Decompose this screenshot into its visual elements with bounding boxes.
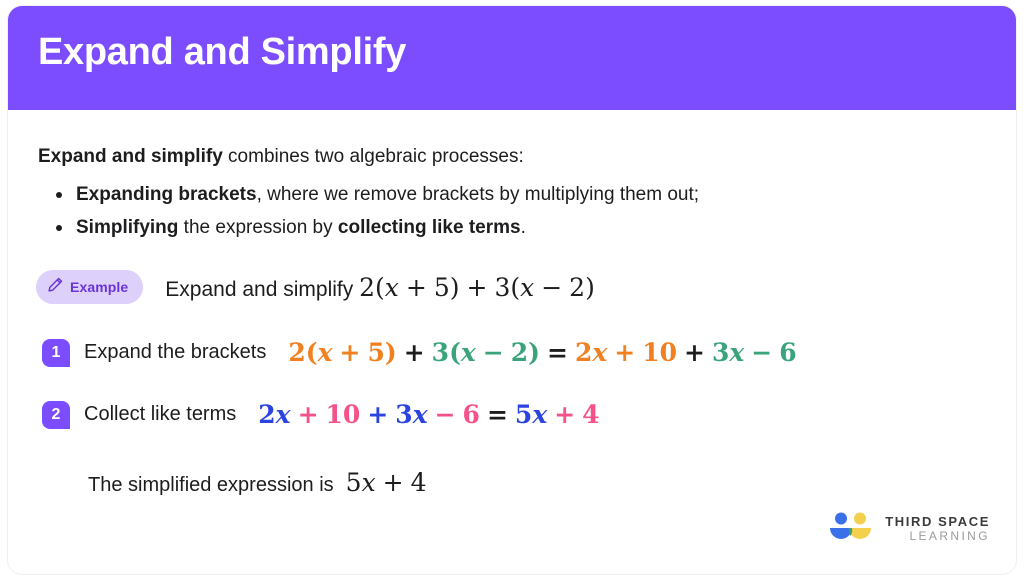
step-1-equation: 2(x +5) +3(x −2) = 2x +10 +3x −6	[288, 338, 796, 367]
m: x	[275, 400, 291, 429]
m: 10	[325, 400, 361, 429]
m: +	[339, 338, 361, 367]
brand-logo: THIRD SPACE LEARNING	[828, 511, 990, 548]
process-bullet-list: Expanding brackets, where we remove brac…	[38, 178, 699, 244]
m: 5	[345, 468, 362, 497]
bullet-1-bold-lead: Expanding brackets	[76, 184, 257, 205]
m: 3	[494, 272, 511, 302]
list-item: Simplifying the expression by collecting…	[38, 211, 699, 244]
step-2-number: 2	[42, 400, 70, 429]
m: 4	[582, 400, 600, 429]
m: 6	[779, 338, 797, 367]
m: x	[592, 338, 608, 367]
m: 10	[642, 338, 678, 367]
step-2-label: Collect like terms	[84, 403, 237, 425]
step-1-label: Expand the brackets	[84, 341, 267, 363]
pencil-icon	[47, 276, 64, 298]
third-space-learning-mark-icon	[828, 511, 874, 548]
bullet-1-rest: , where we remove brackets by multiplyin…	[256, 184, 700, 205]
intro-paragraph: Expand and simplify combines two algebra…	[38, 146, 524, 168]
example-prompt: Expand and simplify 2(x +5) +3(x −2)	[165, 273, 595, 302]
m: +	[405, 272, 427, 302]
m: +	[554, 400, 576, 429]
conclusion-line: The simplified expression is 5x +4	[88, 468, 427, 497]
step-2: 2 Collect like terms 2x +10 +3x −6 = 5x +4	[42, 400, 600, 429]
m: 2	[359, 272, 375, 302]
m: 2	[288, 338, 306, 367]
m: x	[412, 400, 428, 429]
example-expression: 2(x +5) +3(x −2)	[359, 273, 595, 302]
bullet-dot-icon	[56, 192, 62, 198]
m: 5	[367, 338, 385, 367]
step-1: 1 Expand the brackets 2(x +5) +3(x −2) = 2x +1…	[42, 338, 797, 367]
m: x	[384, 272, 399, 302]
m: )	[585, 272, 595, 302]
page-title: Expand and Simplify	[38, 31, 407, 73]
m: (	[449, 338, 461, 367]
page-header: Expand and Simplify	[8, 6, 1016, 110]
m: x	[317, 338, 333, 367]
conclusion-text: The simplified expression is	[88, 474, 334, 496]
m: (	[305, 338, 318, 367]
m: +	[466, 272, 488, 302]
m: =	[486, 400, 508, 429]
m: +	[614, 338, 636, 367]
m: +	[297, 400, 319, 429]
bullet-2-tail: .	[520, 217, 526, 238]
m: +	[403, 338, 425, 367]
step-2-equation: 2x +10 +3x −6 = 5x +4	[258, 400, 599, 429]
lesson-body: Expand and simplify combines two algebra…	[8, 110, 1016, 574]
m: x	[361, 468, 376, 497]
m: 3	[395, 400, 413, 429]
bullet-dot-icon	[56, 225, 62, 231]
conclusion-expression: 5x +4	[346, 468, 427, 497]
brand-name-line-1: THIRD SPACE	[885, 514, 990, 530]
example-badge-label: Example	[70, 279, 129, 295]
list-item: Expanding brackets, where we remove brac…	[38, 178, 699, 211]
m: 3	[711, 338, 730, 367]
m: 2	[510, 338, 529, 367]
example-row: Example Expand and simplify 2(x +5) +3(x −2…	[36, 270, 595, 304]
m: 2	[569, 272, 586, 302]
m: −	[434, 400, 456, 429]
m: =	[547, 338, 568, 367]
brand-name-line-2: LEARNING	[909, 529, 990, 544]
m: 2	[258, 400, 276, 429]
brand-logo-text: THIRD SPACE LEARNING	[885, 514, 990, 544]
m: −	[751, 338, 773, 367]
bullet-2-bold-lead: Simplifying	[76, 217, 179, 238]
m: 6	[462, 400, 480, 429]
m: x	[729, 338, 745, 367]
m: 2	[574, 338, 593, 367]
m: 3	[431, 338, 450, 367]
m: )	[449, 272, 460, 302]
step-1-number: 1	[42, 338, 70, 367]
example-prompt-text: Expand and simplify	[165, 277, 354, 301]
m: )	[528, 338, 541, 367]
lesson-card: Expand and Simplify Expand and simplify …	[8, 6, 1016, 574]
intro-bold-lead: Expand and simplify	[38, 146, 223, 167]
m: x	[532, 400, 548, 429]
m: x	[520, 272, 535, 302]
bullet-2-bold-tail: collecting like terms	[337, 217, 521, 238]
m: +	[382, 468, 404, 497]
m: )	[384, 338, 397, 367]
m: (	[374, 272, 385, 302]
m: 5	[433, 272, 450, 302]
m: +	[684, 338, 705, 367]
intro-rest: combines two algebraic processes:	[222, 146, 524, 167]
bullet-2-mid: the expression by	[178, 217, 338, 238]
m: +	[367, 400, 389, 429]
m: (	[510, 272, 521, 302]
m: 4	[410, 468, 427, 497]
m: x	[460, 338, 476, 367]
m: 5	[514, 400, 533, 429]
m: −	[482, 338, 504, 367]
example-badge: Example	[36, 270, 144, 304]
m: −	[541, 272, 563, 302]
